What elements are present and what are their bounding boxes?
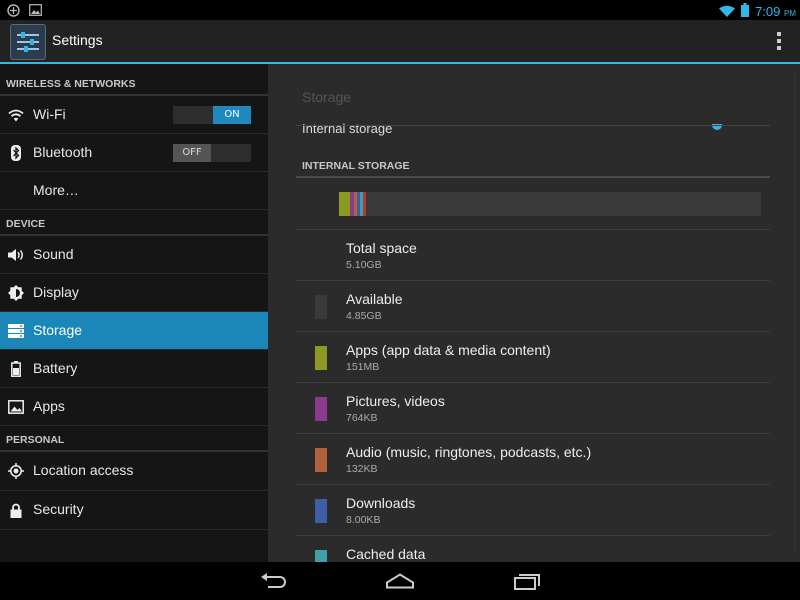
apps-icon [8,399,24,415]
settings-item-sound[interactable]: Sound [0,236,268,274]
storage-row-total-space[interactable]: Total space 5.10GB [296,229,770,281]
settings-item-apps[interactable]: Apps [0,388,268,426]
settings-app-icon[interactable] [10,24,46,60]
settings-item-label: Storage [33,322,83,338]
color-swatch [315,295,327,319]
color-swatch [315,550,327,562]
section-header-label: PERSONAL [6,434,65,446]
settings-item-label: Bluetooth [33,144,93,160]
back-icon [261,573,286,588]
scrollbar[interactable] [793,72,796,552]
overflow-menu-icon[interactable] [776,32,782,50]
section-header-wireless: WIRELESS & NETWORKS [0,64,268,96]
storage-row-title: Audio (music, ringtones, podcasts, etc.) [346,444,592,460]
settings-item-location-access[interactable]: Location access [0,452,268,491]
color-swatch [315,448,327,472]
settings-item-label: More… [33,182,79,198]
section-header-personal: PERSONAL [0,426,268,452]
settings-item-label: Sound [33,246,74,262]
settings-item-display[interactable]: Display [0,274,268,312]
recent-apps-icon [514,574,540,590]
color-swatch [315,499,327,523]
app-title: Settings [52,32,103,48]
color-swatch [315,346,327,370]
wifi-toggle[interactable]: ON [173,106,251,124]
clock-time: 7:09 [755,4,781,19]
storage-row-pictures-videos[interactable]: Pictures, videos 764KB [296,383,770,434]
storage-row-title: Available [346,291,403,307]
settings-item-label: Security [33,501,84,517]
divider [296,125,770,126]
wifi-signal-icon [719,2,736,21]
settings-item-label: Wi-Fi [33,106,66,122]
settings-item-more[interactable]: More… [0,172,268,210]
storage-row-size: 132KB [346,463,378,475]
usage-bar-segment [339,192,351,216]
storage-usage-bar [339,192,761,216]
battery-status-icon [741,2,750,21]
section-header-device: DEVICE [0,210,268,236]
action-bar: Settings [0,20,800,64]
display-icon [8,285,24,301]
settings-item-battery[interactable]: Battery [0,350,268,388]
volume-selector[interactable]: Internal storage [302,121,392,136]
settings-item-label: Apps [33,398,65,414]
storage-breakdown-list: Total space 5.10GB Available 4.85GB Apps… [296,229,770,562]
clock-ampm: PM [784,9,796,18]
sound-icon [8,247,24,263]
navigation-bar [0,562,800,600]
settings-item-label: Display [33,284,79,300]
section-header-internal-storage: INTERNAL STORAGE [302,160,410,172]
settings-item-label: Battery [33,360,78,376]
storage-row-size: 8.00KB [346,514,381,526]
page-title: Storage [302,89,352,105]
battery-icon [8,361,24,377]
storage-row-size: 5.10GB [346,259,382,271]
storage-row-title: Downloads [346,495,416,511]
settings-item-label: Location access [33,462,134,478]
bluetooth-toggle[interactable]: OFF [173,144,251,162]
storage-row-downloads[interactable]: Downloads 8.00KB [296,485,770,536]
color-swatch [315,397,327,421]
storage-row-title: Cached data [346,546,426,562]
lock-icon [8,502,24,518]
storage-row-title: Apps (app data & media content) [346,342,551,358]
location-icon [8,463,24,479]
settings-item-storage[interactable]: Storage [0,312,268,350]
status-bar: 7:09 PM [0,0,800,20]
divider [296,176,770,178]
storage-detail-pane: Storage Internal storage INTERNAL STORAG… [268,64,800,562]
storage-row-size: 4.85GB [346,310,382,322]
notification-icon [6,3,20,17]
bluetooth-icon [8,145,24,161]
storage-icon [8,323,24,339]
screenshot-icon [28,3,42,17]
back-button[interactable] [258,571,288,591]
toggle-state: ON [213,106,251,124]
storage-row-cached-data[interactable]: Cached data [296,536,770,562]
settings-item-security[interactable]: Security [0,491,268,530]
toggle-state: OFF [173,144,211,162]
settings-item-wifi[interactable]: Wi-Fi ON [0,96,268,134]
settings-list: WIRELESS & NETWORKS Wi-Fi ON Bluetooth O… [0,64,268,562]
storage-row-available[interactable]: Available 4.85GB [296,281,770,332]
storage-row-size: 764KB [346,412,378,424]
home-icon [386,573,414,589]
section-header-label: WIRELESS & NETWORKS [6,78,136,90]
storage-row-apps[interactable]: Apps (app data & media content) 151MB [296,332,770,383]
recent-apps-button[interactable] [512,571,542,591]
storage-row-title: Pictures, videos [346,393,445,409]
clock: 7:09 PM [755,4,796,19]
settings-item-bluetooth[interactable]: Bluetooth OFF [0,134,268,172]
storage-row-title: Total space [346,240,417,256]
wifi-icon [8,107,24,123]
storage-row-size: 151MB [346,361,380,373]
home-button[interactable] [385,571,415,591]
section-header-label: DEVICE [6,218,46,230]
usage-bar-segment [363,192,367,216]
storage-row-audio[interactable]: Audio (music, ringtones, podcasts, etc.)… [296,434,770,485]
